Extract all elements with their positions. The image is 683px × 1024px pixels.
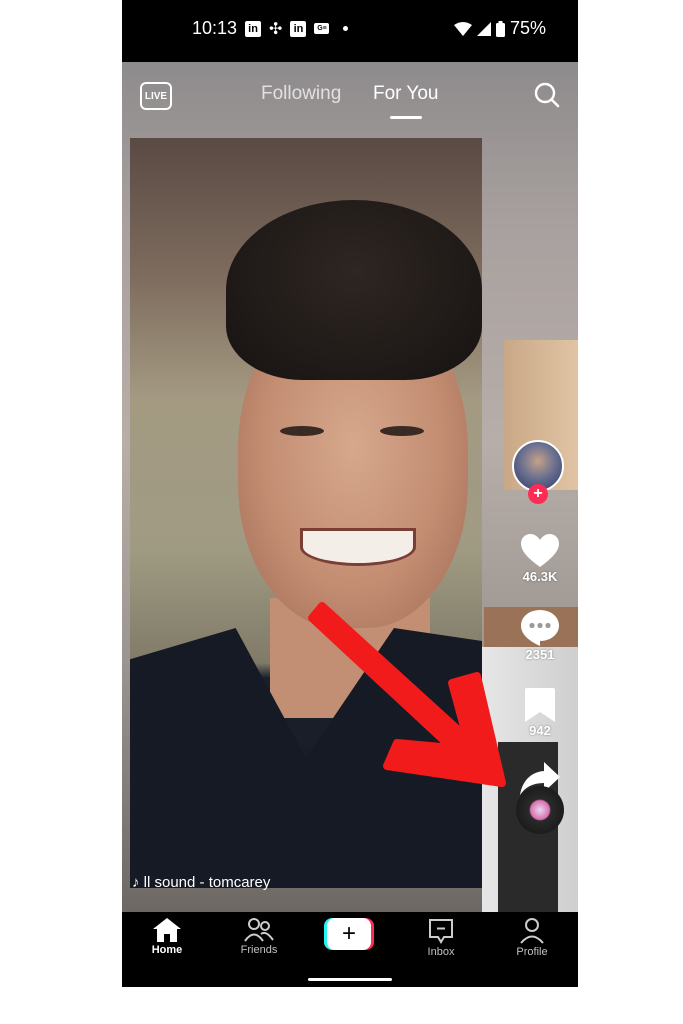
nav-profile[interactable]: Profile [497,918,567,958]
like-button[interactable]: 46.3K [504,534,576,584]
phone-screen: 10:13 in ✣ in G≡ 75% ♪ ll sound - tomcar… [122,0,578,987]
clock: 10:13 [192,18,238,38]
nav-friends[interactable]: Friends [224,918,294,956]
friends-icon [244,918,274,942]
comment-count: 2351 [525,647,555,662]
battery-percent: 75% [509,18,546,38]
home-icon [153,918,181,942]
live-icon[interactable]: LIVE [140,82,172,110]
gmail-icon: G≡ [314,23,330,34]
more-notifications-dot [343,26,349,31]
plus-icon: + [327,918,371,950]
annotation-arrow-icon [308,602,506,787]
nav-inbox[interactable]: Inbox [406,918,476,958]
bookmark-icon [525,688,555,722]
bottom-nav: Home Friends + Inbox Profile [122,912,578,987]
nav-profile-label: Profile [516,946,548,958]
active-tab-indicator [390,116,422,119]
top-nav: LIVE Following For You [122,62,578,132]
music-disc-icon[interactable] [516,786,564,834]
heart-icon [521,534,559,567]
nav-home[interactable]: Home [132,918,202,956]
comment-icon [521,610,559,646]
like-count: 46.3K [522,569,558,584]
nav-inbox-label: Inbox [427,946,455,958]
follow-button[interactable]: + [528,484,548,504]
tab-for-you[interactable]: For You [373,83,439,105]
wifi-icon [453,21,472,36]
status-bar: 10:13 in ✣ in G≡ 75% [122,0,578,62]
battery-icon [495,20,505,37]
comment-button[interactable]: 2351 [504,610,576,662]
photo-eye [380,426,424,436]
linkedin-icon: in [245,20,262,37]
create-button[interactable]: + [324,918,374,950]
photo-smile [300,528,416,566]
nav-friends-label: Friends [240,944,278,956]
home-indicator[interactable] [308,978,392,981]
cell-signal-icon [476,21,491,36]
photo-eye [280,426,324,436]
inbox-icon [429,919,453,944]
photo-hair [226,200,482,380]
tab-following[interactable]: Following [261,83,341,105]
pinwheel-icon: ✣ [269,20,283,38]
search-icon[interactable] [534,82,560,108]
bookmark-button[interactable]: 942 [504,688,576,738]
profile-icon [520,918,544,944]
linkedin-icon: in [290,20,307,37]
bookmark-count: 942 [529,723,551,738]
music-label[interactable]: ♪ ll sound - tomcarey [132,874,270,891]
nav-home-label: Home [151,944,183,956]
